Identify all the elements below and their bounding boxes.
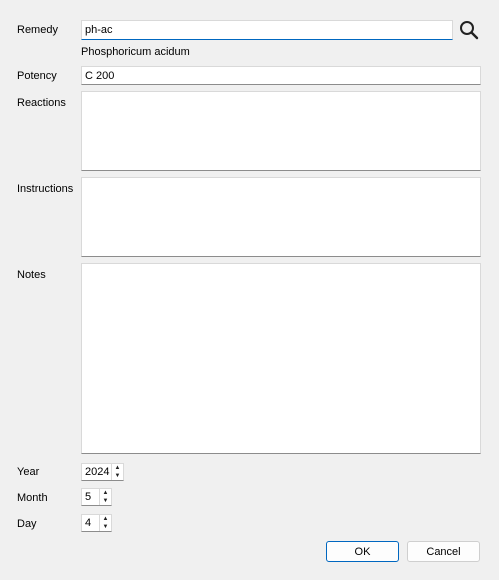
ok-button[interactable]: OK — [326, 541, 399, 562]
year-label: Year — [17, 466, 40, 478]
down-arrow-icon[interactable]: ▼ — [100, 523, 111, 531]
day-label: Day — [17, 518, 37, 530]
reactions-field-container — [81, 91, 481, 171]
up-arrow-icon[interactable]: ▲ — [100, 489, 111, 497]
month-label: Month — [17, 492, 48, 504]
notes-textarea[interactable] — [82, 264, 480, 453]
month-value[interactable]: 5 — [82, 491, 99, 503]
instructions-textarea[interactable] — [82, 178, 480, 256]
year-spinbox[interactable]: 2024 ▲ ▼ — [81, 463, 124, 481]
instructions-label: Instructions — [17, 183, 74, 195]
search-button[interactable] — [457, 18, 481, 42]
down-arrow-icon[interactable]: ▼ — [112, 472, 123, 480]
potency-input[interactable] — [82, 67, 480, 84]
reactions-label: Reactions — [17, 97, 66, 109]
notes-field-container — [81, 263, 481, 454]
down-arrow-icon[interactable]: ▼ — [100, 497, 111, 505]
remedy-field-container — [81, 20, 453, 40]
up-arrow-icon[interactable]: ▲ — [100, 515, 111, 523]
reactions-textarea[interactable] — [82, 92, 480, 170]
year-spin-arrows: ▲ ▼ — [111, 464, 123, 480]
search-icon — [460, 21, 479, 40]
cancel-button[interactable]: Cancel — [407, 541, 480, 562]
notes-label: Notes — [17, 269, 46, 281]
year-value[interactable]: 2024 — [82, 466, 111, 478]
month-spinbox[interactable]: 5 ▲ ▼ — [81, 488, 112, 506]
remedy-label: Remedy — [17, 24, 58, 36]
instructions-field-container — [81, 177, 481, 257]
up-arrow-icon[interactable]: ▲ — [112, 464, 123, 472]
day-value[interactable]: 4 — [82, 517, 99, 529]
remedy-input[interactable] — [82, 21, 452, 39]
day-spinbox[interactable]: 4 ▲ ▼ — [81, 514, 112, 532]
potency-label: Potency — [17, 70, 57, 82]
potency-field-container — [81, 66, 481, 85]
month-spin-arrows: ▲ ▼ — [99, 489, 111, 505]
remedy-resolved-name: Phosphoricum acidum — [81, 46, 190, 58]
day-spin-arrows: ▲ ▼ — [99, 515, 111, 531]
